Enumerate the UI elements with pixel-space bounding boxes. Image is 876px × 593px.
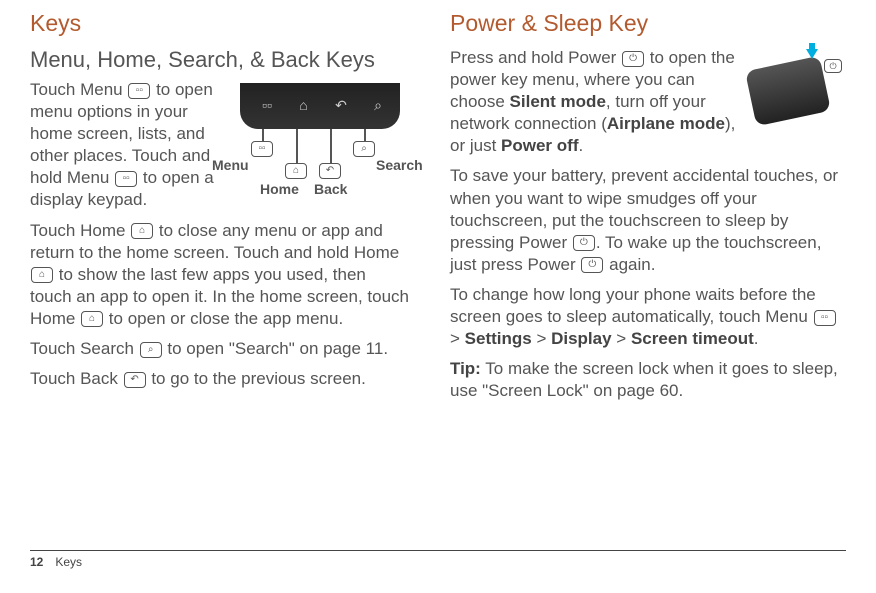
back-key-icon: ↶ bbox=[319, 163, 341, 179]
diagram-callouts: ▫▫ ⌂ ↶ ⌕ Menu Search Home Back bbox=[230, 133, 410, 193]
menu-icon: ▫▫ bbox=[115, 171, 137, 187]
home-key-icon: ⌂ bbox=[285, 163, 307, 179]
strip-back-icon: ↶ bbox=[335, 97, 347, 114]
text: to open or close the app menu. bbox=[104, 309, 343, 328]
bold-timeout: Screen timeout bbox=[631, 329, 754, 348]
home-icon: ⌂ bbox=[31, 267, 53, 283]
heading-keys: Keys bbox=[30, 10, 410, 37]
para-timeout: To change how long your phone waits befo… bbox=[450, 284, 840, 350]
text: . bbox=[754, 329, 759, 348]
bold-silent: Silent mode bbox=[510, 92, 606, 111]
page-number: 12 bbox=[30, 555, 43, 569]
power-icon: ⏻ bbox=[581, 257, 603, 273]
bold-poweroff: Power off bbox=[501, 136, 578, 155]
text: again. bbox=[604, 255, 655, 274]
menu-key-icon: ▫▫ bbox=[251, 141, 273, 157]
power-key-icon: ⏻ bbox=[824, 59, 842, 73]
bold-airplane: Airplane mode bbox=[607, 114, 725, 133]
text: . bbox=[578, 136, 583, 155]
text: > bbox=[532, 329, 551, 348]
strip-home-icon: ⌂ bbox=[299, 97, 307, 114]
label-home: Home bbox=[260, 181, 299, 197]
text: Touch Search bbox=[30, 339, 139, 358]
home-icon: ⌂ bbox=[131, 223, 153, 239]
phone-bottom-strip: ▫▫ ⌂ ↶ ⌕ bbox=[240, 83, 400, 129]
heading-power: Power & Sleep Key bbox=[450, 10, 840, 37]
search-key-icon: ⌕ bbox=[353, 141, 375, 157]
text: To change how long your phone waits befo… bbox=[450, 285, 816, 326]
back-icon: ↶ bbox=[124, 372, 146, 388]
phone-body-icon bbox=[745, 56, 831, 127]
para-back: Touch Back ↶ to go to the previous scree… bbox=[30, 368, 410, 390]
text: Press and hold Power bbox=[450, 48, 621, 67]
text: > bbox=[450, 329, 465, 348]
phone-power-illustration: ⏻ bbox=[750, 51, 840, 131]
label-menu: Menu bbox=[212, 157, 249, 173]
text: to open "Search" on page 11. bbox=[163, 339, 388, 358]
strip-key-icons: ▫▫ ⌂ ↶ ⌕ bbox=[262, 97, 382, 114]
power-icon: ⏻ bbox=[622, 51, 644, 67]
search-icon: ⌕ bbox=[140, 342, 162, 358]
text: > bbox=[612, 329, 631, 348]
arrow-down-icon bbox=[806, 49, 818, 59]
callout-line bbox=[330, 129, 332, 165]
menu-icon: ▫▫ bbox=[814, 310, 836, 326]
para-home: Touch Home ⌂ to close any menu or app an… bbox=[30, 220, 410, 330]
page-footer: 12 Keys bbox=[30, 550, 846, 569]
para-search: Touch Search ⌕ to open "Search" on page … bbox=[30, 338, 410, 360]
text: To make the screen lock when it goes to … bbox=[450, 359, 838, 400]
text: Touch Back bbox=[30, 369, 123, 388]
strip-search-icon: ⌕ bbox=[374, 97, 382, 114]
label-back: Back bbox=[314, 181, 347, 197]
text: to go to the previous screen. bbox=[147, 369, 366, 388]
text: Touch Home bbox=[30, 221, 130, 240]
subheading-keys: Menu, Home, Search, & Back Keys bbox=[30, 47, 410, 73]
keys-diagram: ▫▫ ⌂ ↶ ⌕ ▫▫ ⌂ ↶ ⌕ Menu Search Home Back bbox=[230, 83, 410, 193]
menu-icon: ▫▫ bbox=[128, 83, 150, 99]
bold-display: Display bbox=[551, 329, 611, 348]
right-column: Power & Sleep Key ⏻ Press and hold Power… bbox=[450, 10, 840, 535]
bold-tip: Tip: bbox=[450, 359, 481, 378]
text: Touch Menu bbox=[30, 80, 127, 99]
para-sleep: To save your battery, prevent accidental… bbox=[450, 165, 840, 275]
left-column: Keys Menu, Home, Search, & Back Keys ▫▫ … bbox=[30, 10, 410, 535]
strip-menu-icon: ▫▫ bbox=[262, 97, 272, 114]
callout-line bbox=[296, 129, 298, 165]
bold-settings: Settings bbox=[465, 329, 532, 348]
label-search: Search bbox=[376, 157, 423, 173]
para-tip: Tip: To make the screen lock when it goe… bbox=[450, 358, 840, 402]
home-icon: ⌂ bbox=[81, 311, 103, 327]
footer-section: Keys bbox=[55, 555, 82, 569]
power-icon: ⏻ bbox=[573, 235, 595, 251]
page-container: Keys Menu, Home, Search, & Back Keys ▫▫ … bbox=[0, 0, 876, 535]
